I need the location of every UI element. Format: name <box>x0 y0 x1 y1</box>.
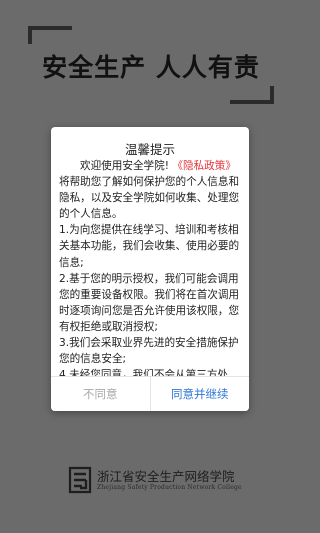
school-logo: 浙江省安全生产网络学院 Zhejiang Safety Production N… <box>67 460 242 502</box>
school-name-cn: 浙江省安全生产网络学院 <box>97 469 235 484</box>
banner-corner-bottom-right <box>230 86 274 104</box>
privacy-dialog: 温馨提示 欢迎使用安全学院! 《隐私政策》将帮助您了解如何保护您的个人信息和隐私… <box>51 127 249 411</box>
slogan-banner: 安全生产 人人有责 <box>28 26 274 104</box>
banner-corner-top-left <box>28 26 72 44</box>
intro-prefix: 欢迎使用安全学院! <box>80 160 173 172</box>
list-item: 3.我们会采取业界先进的安全措施保护您的信息安全; <box>59 337 239 366</box>
dialog-body: 欢迎使用安全学院! 《隐私政策》将帮助您了解如何保护您的个人信息和隐私，以及安全… <box>59 158 243 376</box>
disagree-button[interactable]: 不同意 <box>51 377 151 411</box>
dialog-title: 温馨提示 <box>124 142 175 157</box>
privacy-policy-link[interactable]: 《隐私政策》 <box>172 160 236 172</box>
list-item: 4.未经您同意，我们不会从第三方处 <box>59 369 229 376</box>
intro-paragraph: 欢迎使用安全学院! 《隐私政策》将帮助您了解如何保护您的个人信息和隐私，以及安全… <box>59 158 243 222</box>
school-name-en: Zhejiang Safety Production Network Colle… <box>97 484 242 491</box>
intro-suffix: 将帮助您了解如何保护您的个人信息和隐私，以及安全学院如何收集、处理您的个人信息。 <box>59 176 240 221</box>
list-item: 2.基于您的明示授权，我们可能会调用您的重要设备权限。我们将在首次调用时逐项询问… <box>59 272 240 333</box>
banner-title: 安全生产 人人有责 <box>42 53 260 82</box>
list-item: 1.为向您提供在线学习、培训和考核相关基本功能，我们会收集、使用必要的信息; <box>59 224 240 269</box>
dialog-button-bar: 不同意 同意并继续 <box>51 376 249 411</box>
agree-continue-button[interactable]: 同意并继续 <box>151 377 250 411</box>
school-emblem-icon <box>68 466 92 494</box>
